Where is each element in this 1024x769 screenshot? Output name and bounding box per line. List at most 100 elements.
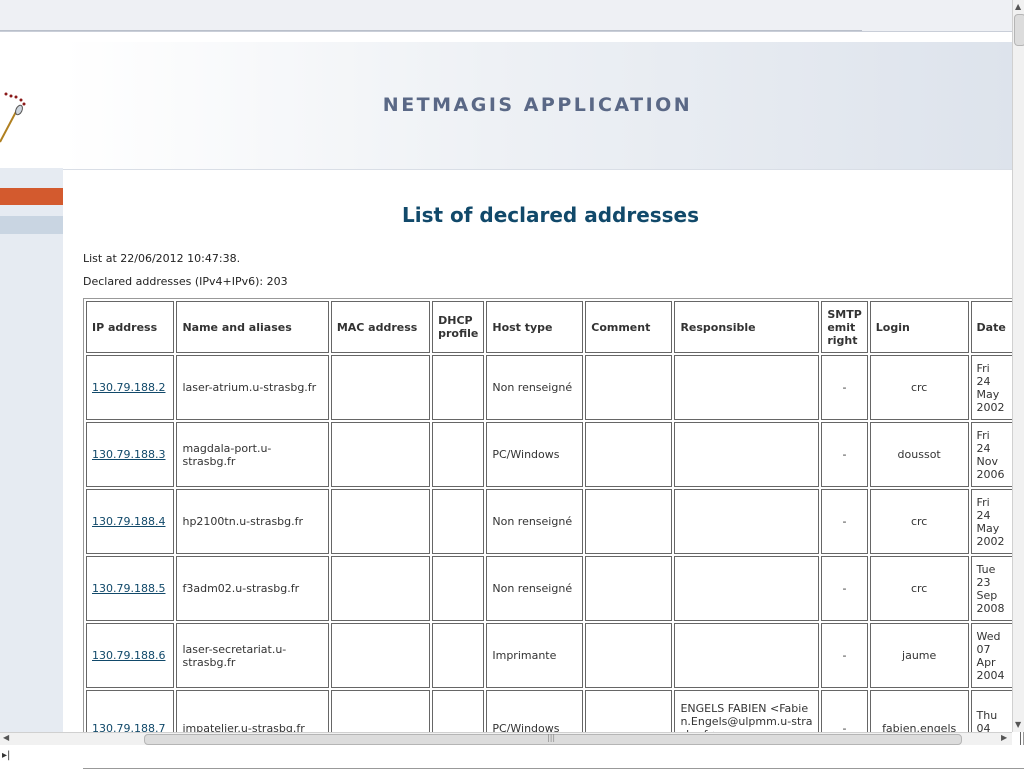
- smtp-right-cell: -: [821, 422, 868, 487]
- dhcp-profile-cell: [432, 422, 485, 487]
- responsible-cell: [674, 623, 820, 688]
- dhcp-profile-cell: [432, 489, 485, 554]
- app-title: NETMAGIS APPLICATION: [382, 94, 693, 116]
- host-name-cell: laser-atrium.u-strasbg.fr: [176, 355, 329, 420]
- mac-address-cell: [330, 623, 431, 688]
- date-part: 23: [976, 575, 991, 589]
- declared-count: Declared addresses (IPv4+IPv6): 203: [83, 275, 288, 288]
- ip-address-link[interactable]: 130.79.188.3: [92, 448, 165, 461]
- mac-address-cell: [330, 489, 431, 554]
- date-part: 2006: [976, 467, 1005, 481]
- ip-cell: 130.79.188.6: [86, 623, 175, 688]
- date-part: Wed: [976, 629, 1001, 643]
- text-caret-icon: ▸|: [2, 750, 11, 761]
- comment-cell: [585, 355, 673, 420]
- login-cell: doussot: [869, 422, 969, 487]
- address-table: IP address Name and aliases MAC address …: [83, 298, 1024, 769]
- host-type-cell: PC/Windows: [486, 422, 584, 487]
- vertical-scrollbar[interactable]: ▲ ▼: [1012, 0, 1024, 732]
- host-type-cell: Imprimante: [486, 623, 584, 688]
- date-part: Apr: [976, 655, 996, 669]
- ip-address-link[interactable]: 130.79.188.2: [92, 381, 165, 394]
- responsible-cell: [674, 355, 820, 420]
- responsible-cell: [674, 489, 820, 554]
- table-header-row: IP address Name and aliases MAC address …: [86, 301, 1021, 353]
- scroll-down-icon[interactable]: ▼: [1015, 720, 1021, 729]
- ip-address-link[interactable]: 130.79.188.6: [92, 649, 165, 662]
- table-row: 130.79.188.4 hp2100tn.u-strasbg.fr Non ren…: [86, 489, 1021, 554]
- column-header: Responsible: [674, 301, 820, 353]
- scroll-left-icon[interactable]: ◀: [3, 733, 9, 742]
- status-bar: ▸|: [0, 745, 1024, 768]
- horizontal-scrollbar[interactable]: ◀ ||| ▶: [0, 732, 1012, 745]
- menu-active-bar[interactable]: [0, 188, 63, 205]
- host-name-cell: hp2100tn.u-strasbg.fr: [176, 489, 329, 554]
- comment-cell: [585, 623, 673, 688]
- ip-cell: 130.79.188.2: [86, 355, 175, 420]
- smtp-right-cell: -: [821, 556, 868, 621]
- mac-address-cell: [330, 556, 431, 621]
- list-timestamp: List at 22/06/2012 10:47:38.: [83, 252, 241, 265]
- date-part: 24: [976, 441, 991, 455]
- dhcp-profile-cell: [432, 355, 485, 420]
- column-header: MAC address: [330, 301, 431, 353]
- ip-address-link[interactable]: 130.79.188.4: [92, 515, 165, 528]
- ip-cell: 130.79.188.3: [86, 422, 175, 487]
- ip-cell: 130.79.188.4: [86, 489, 175, 554]
- mac-address-cell: [330, 422, 431, 487]
- scroll-up-icon[interactable]: ▲: [1015, 2, 1021, 11]
- login-cell: crc: [869, 556, 969, 621]
- host-type-cell: Non renseigné: [486, 556, 584, 621]
- ip-cell: 130.79.188.5: [86, 556, 175, 621]
- date-part: 2004: [976, 668, 1005, 682]
- smtp-right-cell: -: [821, 355, 868, 420]
- column-header: Login: [869, 301, 969, 353]
- responsible-cell: [674, 422, 820, 487]
- column-header: DHCP profile: [432, 301, 485, 353]
- date-part: May: [976, 387, 1000, 401]
- responsible-cell: [674, 556, 820, 621]
- date-part: Thu: [976, 708, 998, 722]
- table-row: 130.79.188.6 laser-secretariat.u-strasbg.…: [86, 623, 1021, 688]
- host-name-cell: magdala-port.u-strasbg.fr: [176, 422, 329, 487]
- host-type-cell: Non renseigné: [486, 489, 584, 554]
- table-row: 130.79.188.2 laser-atrium.u-strasbg.fr Non…: [86, 355, 1021, 420]
- netmagis-logo-wand-icon: [0, 92, 26, 143]
- vertical-scroll-thumb[interactable]: [1014, 14, 1024, 46]
- smtp-right-cell: -: [821, 489, 868, 554]
- date-part: 07: [976, 642, 991, 656]
- date-part: May: [976, 521, 1000, 535]
- date-part: Tue: [976, 562, 996, 576]
- login-cell: crc: [869, 489, 969, 554]
- host-name-cell: f3adm02.u-strasbg.fr: [176, 556, 329, 621]
- date-part: Sep: [976, 588, 998, 602]
- host-name-cell: laser-secretariat.u-strasbg.fr: [176, 623, 329, 688]
- date-part: Fri: [976, 361, 990, 375]
- column-header: Host type: [486, 301, 584, 353]
- column-header: Comment: [585, 301, 673, 353]
- table-row: 130.79.188.3 magdala-port.u-strasbg.fr PC/…: [86, 422, 1021, 487]
- date-part: 2008: [976, 601, 1005, 615]
- ip-address-link[interactable]: 130.79.188.5: [92, 582, 165, 595]
- login-cell: crc: [869, 355, 969, 420]
- date-part: 2002: [976, 534, 1005, 548]
- menu-item-bar[interactable]: [0, 216, 63, 234]
- date-part: 2002: [976, 400, 1005, 414]
- mac-address-cell: [330, 355, 431, 420]
- browser-toolbar: [0, 0, 1012, 32]
- comment-cell: [585, 489, 673, 554]
- column-header: Name and aliases: [176, 301, 329, 353]
- column-header: SMTP emit right: [821, 301, 868, 353]
- scroll-right-icon[interactable]: ▶: [1001, 733, 1007, 742]
- column-header: IP address: [86, 301, 175, 353]
- dhcp-profile-cell: [432, 623, 485, 688]
- scroll-grip-icon: |||: [547, 733, 556, 742]
- comment-cell: [585, 556, 673, 621]
- login-cell: jaume: [869, 623, 969, 688]
- app-header: NETMAGIS APPLICATION: [63, 42, 1012, 170]
- page-title: List of declared addresses: [401, 203, 700, 227]
- date-part: 24: [976, 374, 991, 388]
- host-type-cell: Non renseigné: [486, 355, 584, 420]
- comment-cell: [585, 422, 673, 487]
- date-part: Nov: [976, 454, 999, 468]
